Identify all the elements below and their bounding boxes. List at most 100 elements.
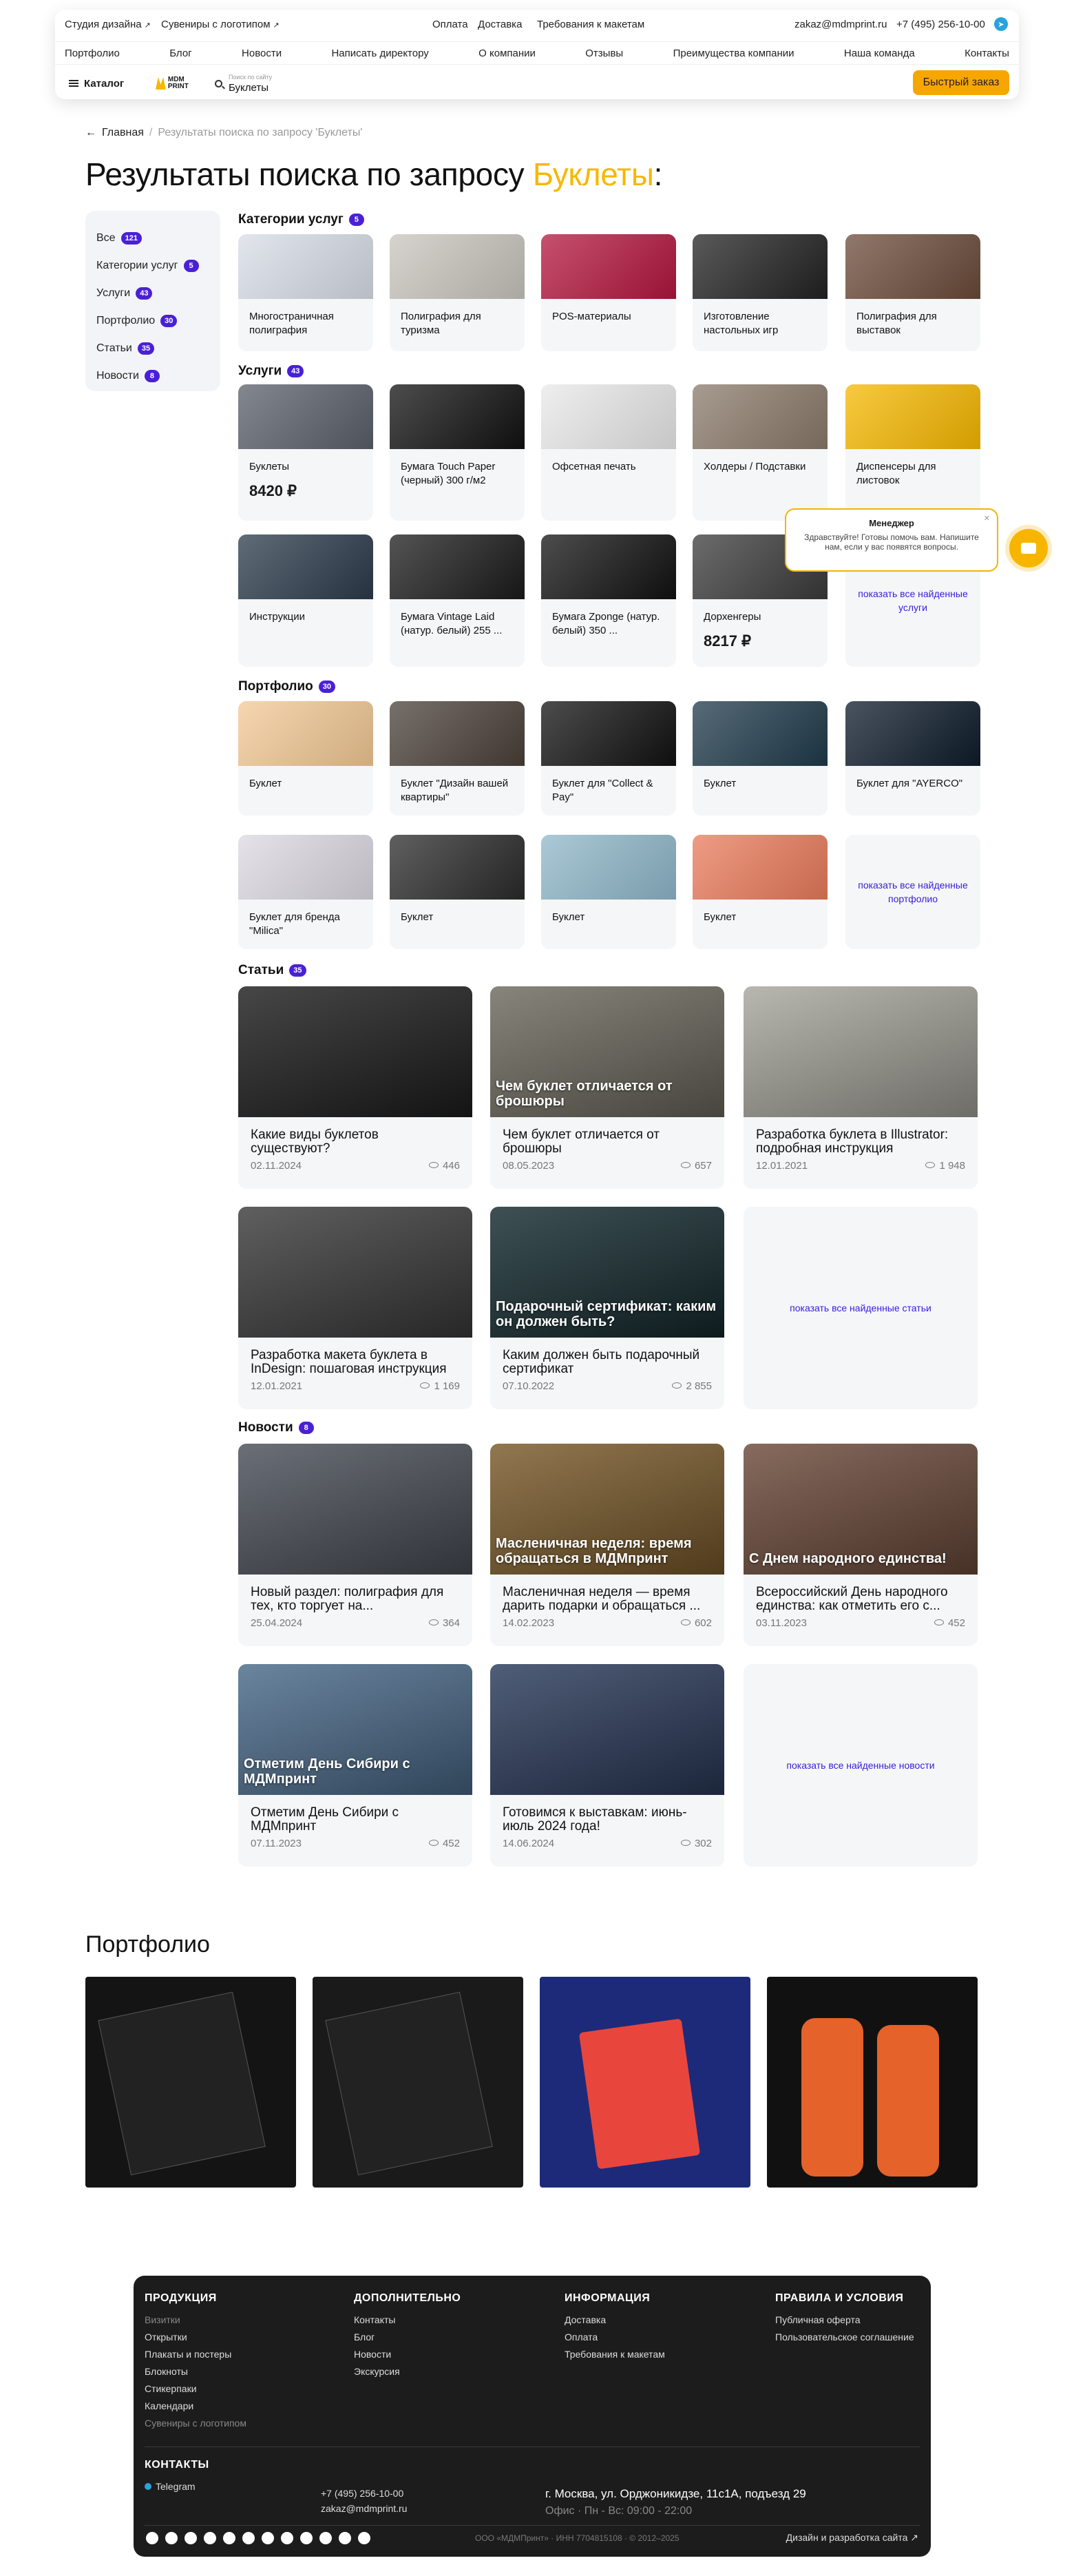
nav-advantages[interactable]: Преимущества компании: [673, 48, 794, 59]
social-icon[interactable]: [300, 2532, 313, 2544]
footer-link[interactable]: Публичная оферта: [775, 2312, 914, 2329]
link-souvenirs[interactable]: Сувениры с логотипом ↗: [161, 19, 280, 30]
nav-reviews[interactable]: Отзывы: [585, 48, 623, 59]
footer-link[interactable]: Контакты: [354, 2312, 461, 2329]
footer-link[interactable]: Сувениры с логотипом: [145, 2415, 246, 2432]
manager-chat-popup[interactable]: ✕ Менеджер Здравствуйте! Готовы помочь в…: [785, 508, 998, 572]
link-payment[interactable]: Оплата: [432, 19, 468, 30]
filter-item[interactable]: Портфолио 30: [96, 307, 209, 335]
filter-item[interactable]: Статьи 35: [96, 335, 209, 362]
telegram-icon[interactable]: ➤: [994, 17, 1008, 31]
article-card[interactable]: Чем буклет отличается от брошюры Чем букл…: [490, 986, 724, 1189]
footer-link[interactable]: Блог: [354, 2329, 461, 2346]
nav-news[interactable]: Новости: [242, 48, 282, 59]
social-icon[interactable]: [223, 2532, 235, 2544]
header-phone[interactable]: +7 (495) 256-10-00: [896, 19, 985, 30]
article-card[interactable]: Разработка буклета в Illustrator: подроб…: [744, 986, 978, 1189]
result-card[interactable]: Буклет для "Collect & Pay": [541, 701, 676, 816]
result-card[interactable]: Офсетная печать: [541, 384, 676, 521]
footer-dev-link[interactable]: Дизайн и разработка сайта ↗: [786, 2532, 918, 2544]
search-input[interactable]: Поиск по сайту Буклеты →: [212, 72, 946, 95]
article-card[interactable]: Разработка макета буклета в InDesign: по…: [238, 1207, 472, 1409]
article-card[interactable]: Подарочный сертификат: каким он должен б…: [490, 1207, 724, 1409]
footer-link[interactable]: Визитки: [145, 2312, 246, 2329]
article-card[interactable]: Отметим День Сибири с МДМпринт Отметим Де…: [238, 1664, 472, 1867]
result-card[interactable]: Бумага Vintage Laid (натур. белый) 255 .…: [390, 534, 525, 667]
link-requirements[interactable]: Требования к макетам: [537, 19, 644, 30]
article-card[interactable]: Готовимся к выставкам: июнь-июль 2024 го…: [490, 1664, 724, 1867]
social-icon[interactable]: [339, 2532, 351, 2544]
result-card[interactable]: Холдеры / Подставки: [693, 384, 828, 521]
back-arrow-icon[interactable]: ←: [85, 127, 96, 139]
social-icon[interactable]: [262, 2532, 274, 2544]
result-card[interactable]: Буклет: [693, 701, 828, 816]
result-card[interactable]: Буклет: [541, 835, 676, 949]
result-card[interactable]: Изготовление настольных игр: [693, 234, 828, 351]
header-email[interactable]: zakaz@mdmprint.ru: [794, 19, 887, 30]
result-card[interactable]: Диспенсеры для листовок: [845, 384, 980, 521]
result-card[interactable]: Буклет: [693, 835, 828, 949]
close-icon[interactable]: ✕: [984, 514, 990, 523]
catalog-button[interactable]: Каталог: [69, 73, 124, 94]
result-card[interactable]: Буклеты 8420 ₽: [238, 384, 373, 521]
filter-item[interactable]: Услуги 43: [96, 280, 209, 307]
social-icon[interactable]: [146, 2532, 158, 2544]
portfolio-tile-bottles[interactable]: [767, 1977, 978, 2188]
filter-item[interactable]: Новости 8: [96, 362, 209, 390]
result-card[interactable]: Полиграфия для выставок: [845, 234, 980, 351]
nav-contacts[interactable]: Контакты: [965, 48, 1009, 59]
footer-link[interactable]: Открытки: [145, 2329, 246, 2346]
nav-team[interactable]: Наша команда: [844, 48, 915, 59]
footer-link[interactable]: Экскурсия: [354, 2363, 461, 2380]
footer-email[interactable]: zakaz@mdmprint.ru: [321, 2502, 407, 2515]
footer-telegram[interactable]: Telegram: [145, 2478, 209, 2495]
footer-link[interactable]: Стикерпаки: [145, 2380, 246, 2398]
filter-item[interactable]: Категории услуг 5: [96, 252, 209, 280]
social-icon[interactable]: [358, 2532, 370, 2544]
site-logo[interactable]: MDM PRINT: [156, 74, 197, 92]
footer-link[interactable]: Оплата: [565, 2329, 665, 2346]
filter-item[interactable]: Все 121: [96, 225, 209, 252]
show-all-portfolio[interactable]: показать все найденные портфолио: [845, 835, 980, 949]
chat-button[interactable]: [1009, 529, 1048, 568]
article-card[interactable]: Новый раздел: полиграфия для тех, кто то…: [238, 1444, 472, 1646]
nav-portfolio[interactable]: Портфолио: [65, 48, 120, 59]
show-all-articles[interactable]: показать все найденные статьи: [744, 1207, 978, 1409]
result-card[interactable]: Буклет: [238, 701, 373, 816]
social-icon[interactable]: [185, 2532, 197, 2544]
show-all-news[interactable]: показать все найденные новости: [744, 1664, 978, 1867]
social-icon[interactable]: [319, 2532, 332, 2544]
footer-link[interactable]: Блокноты: [145, 2363, 246, 2380]
result-card[interactable]: Многостраничная полиграфия: [238, 234, 373, 351]
footer-link[interactable]: Новости: [354, 2346, 461, 2363]
article-card[interactable]: Масленичная неделя: время обращаться в М…: [490, 1444, 724, 1646]
social-icon[interactable]: [242, 2532, 255, 2544]
article-card[interactable]: С Днем народного единства! Всероссийский …: [744, 1444, 978, 1646]
breadcrumb-home[interactable]: Главная: [102, 127, 144, 139]
nav-blog[interactable]: Блог: [169, 48, 191, 59]
footer-link[interactable]: Плакаты и постеры: [145, 2346, 246, 2363]
footer-link[interactable]: Требования к макетам: [565, 2346, 665, 2363]
result-card[interactable]: Бумага Zponge (натур. белый) 350 ...: [541, 534, 676, 667]
footer-link[interactable]: Доставка: [565, 2312, 665, 2329]
result-card[interactable]: Инструкции: [238, 534, 373, 667]
portfolio-tile-collect-st[interactable]: [313, 1977, 523, 2188]
link-delivery[interactable]: Доставка: [478, 19, 522, 30]
result-card[interactable]: Буклет для "AYERCO": [845, 701, 980, 816]
result-card[interactable]: Полиграфия для туризма: [390, 234, 525, 351]
nav-write-director[interactable]: Написать директору: [331, 48, 428, 59]
result-card[interactable]: Буклет: [390, 835, 525, 949]
social-icon[interactable]: [281, 2532, 293, 2544]
portfolio-tile-collect-exchange[interactable]: [85, 1977, 296, 2188]
footer-link[interactable]: Календари: [145, 2398, 246, 2415]
article-card[interactable]: Какие виды буклетов существуют? 02.11.202…: [238, 986, 472, 1189]
footer-link[interactable]: Пользовательское соглашение: [775, 2329, 914, 2346]
result-card[interactable]: Бумага Touch Paper (черный) 300 г/м2: [390, 384, 525, 521]
social-icon[interactable]: [204, 2532, 216, 2544]
result-card[interactable]: POS-материалы: [541, 234, 676, 351]
quick-order-button[interactable]: Быстрый заказ: [913, 70, 1009, 95]
footer-phone[interactable]: +7 (495) 256-10-00: [321, 2485, 407, 2502]
result-card[interactable]: Буклет для бренда "Milica": [238, 835, 373, 949]
nav-about[interactable]: О компании: [478, 48, 536, 59]
result-card[interactable]: Буклет "Дизайн вашей квартиры": [390, 701, 525, 816]
